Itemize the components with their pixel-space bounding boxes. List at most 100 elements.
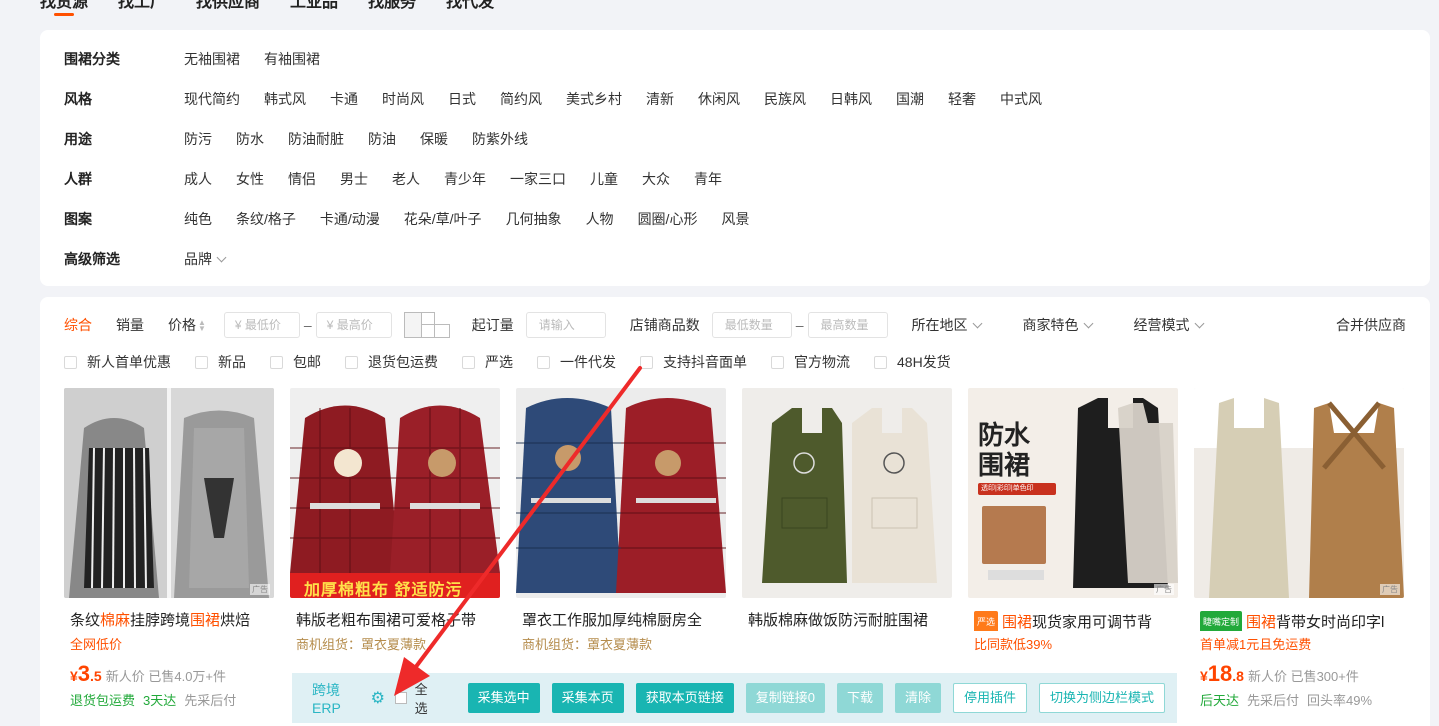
tab-find-supplier[interactable]: 找供应商 [196,0,260,18]
filter-option[interactable]: 一家三口 [510,169,566,189]
filter-option[interactable]: 人物 [586,209,614,229]
product-card[interactable]: 防水 围裙 透印|彩印|单色印 广告 严选 围裙现货家用可调节背 比同款低39% [968,388,1178,711]
product-image[interactable]: 广告 [1194,388,1404,598]
filter-option[interactable]: 防油 [368,129,396,149]
filter-option[interactable]: 卡通/动漫 [320,209,380,229]
product-card[interactable]: 罩衣工作服加厚纯棉厨房全 商机组货：罩衣夏薄款 [516,388,726,711]
check-return-shipping[interactable]: 退货包运费 [345,352,438,372]
filter-option[interactable]: 保暖 [420,129,448,149]
collect-page-button[interactable]: 采集本页 [551,683,624,713]
check-dropship[interactable]: 一件代发 [537,352,616,372]
product-title[interactable]: 睫嘴定制 围裙背带女时尚印字l [1194,611,1400,631]
filter-option[interactable]: 青少年 [444,169,486,189]
filter-option[interactable]: 花朵/草/叶子 [404,209,482,229]
select-all-checkbox[interactable] [395,692,407,704]
check-free-shipping[interactable]: 包邮 [270,352,321,372]
filter-option[interactable]: 日韩风 [830,89,872,109]
product-image[interactable]: 加厚棉粗布 舒适防污 [290,388,500,598]
product-subtitle: 比同款低39% [974,637,1053,652]
merchant-dropdown[interactable]: 商家特色 [1023,315,1093,335]
filter-option[interactable]: 情侣 [288,169,316,189]
product-card[interactable]: 加厚棉粗布 舒适防污 韩版老粗布围裙可爱格子带 商机组货：罩衣夏薄款 [290,388,500,711]
tab-industrial[interactable]: 工业品 [290,0,338,18]
filter-option[interactable]: 无袖围裙 [184,49,240,69]
filter-option[interactable]: 中式风 [1000,89,1042,109]
shop-max-input[interactable]: 最高数量 [807,312,888,338]
product-image[interactable] [742,388,952,598]
sort-price[interactable]: 价格 ▲ ▼ [168,315,206,335]
check-official-logistics[interactable]: 官方物流 [771,352,850,372]
product-title[interactable]: 罩衣工作服加厚纯棉厨房全 [516,611,722,631]
copy-links-button[interactable]: 复制链接0 [745,683,825,713]
gear-icon[interactable]: ⚙ [371,688,385,708]
filter-option[interactable]: 大众 [642,169,670,189]
filter-option[interactable]: 时尚风 [382,89,424,109]
brand-dropdown[interactable]: 品牌 [184,249,227,269]
filter-option[interactable]: 休闲风 [698,89,740,109]
product-image[interactable] [516,388,726,598]
filter-option[interactable]: 青年 [694,169,722,189]
product-title[interactable]: 韩版棉麻做饭防污耐脏围裙 [742,611,948,631]
filter-option[interactable]: 清新 [646,89,674,109]
product-card[interactable]: 韩版棉麻做饭防污耐脏围裙 [742,388,952,711]
filter-option[interactable]: 男士 [340,169,368,189]
filter-option[interactable]: 女性 [236,169,264,189]
disable-plugin-button[interactable]: 停用插件 [952,683,1027,713]
filter-option[interactable]: 几何抽象 [506,209,562,229]
check-new-item[interactable]: 新品 [195,352,246,372]
tab-dropship[interactable]: 找代发 [446,0,494,18]
sidebar-mode-button[interactable]: 切换为侧边栏模式 [1038,683,1165,713]
check-douyin-waybill[interactable]: 支持抖音面单 [640,352,747,372]
check-new-user[interactable]: 新人首单优惠 [64,352,171,372]
filter-option[interactable]: 现代简约 [184,89,240,109]
filter-option[interactable]: 民族风 [764,89,806,109]
price-min-input[interactable]: ¥ 最低价 [223,312,300,338]
tab-find-factory[interactable]: 找工厂 [118,0,166,18]
check-selected[interactable]: 严选 [462,352,513,372]
get-page-links-button[interactable]: 获取本页链接 [635,683,734,713]
filter-option[interactable]: 成人 [184,169,212,189]
product-image[interactable]: 广告 [64,388,274,598]
filter-option[interactable]: 卡通 [330,89,358,109]
product-image[interactable]: 防水 围裙 透印|彩印|单色印 广告 [968,388,1178,598]
view-toggle-icon[interactable] [403,312,450,338]
sort-comprehensive[interactable]: 综合 [64,315,92,335]
filter-option[interactable]: 儿童 [590,169,618,189]
filter-option[interactable]: 风景 [721,209,749,229]
product-card[interactable]: 广告 睫嘴定制 围裙背带女时尚印字l 首单减1元且免运费 ¥18.8 新人价 已售3… [1194,388,1404,711]
product-title[interactable]: 条纹棉麻挂脖跨境围裙烘焙 [64,611,270,631]
filter-option[interactable]: 国潮 [896,89,924,109]
price-max-input[interactable]: ¥ 最高价 [315,312,392,338]
filter-option[interactable]: 圆圈/心形 [638,209,698,229]
filter-option[interactable]: 简约风 [500,89,542,109]
tab-find-service[interactable]: 找服务 [368,0,416,18]
shop-min-input[interactable]: 最低数量 [711,312,792,338]
filter-option[interactable]: 防油耐脏 [288,129,344,149]
tab-find-source[interactable]: 找货源 [40,0,88,18]
filter-option[interactable]: 防污 [184,129,212,149]
filter-option[interactable]: 防水 [236,129,264,149]
filter-option[interactable]: 韩式风 [264,89,306,109]
product-title[interactable]: 韩版老粗布围裙可爱格子带 [290,611,496,631]
check-48h[interactable]: 48H发货 [874,352,951,372]
filter-option[interactable]: 日式 [448,89,476,109]
region-dropdown[interactable]: 所在地区 [912,315,982,335]
filter-label: 人群 [64,171,92,187]
erp-title[interactable]: 跨境ERP [312,680,367,716]
mode-dropdown[interactable]: 经营模式 [1134,315,1204,335]
filter-option[interactable]: 防紫外线 [472,129,528,149]
collect-selected-button[interactable]: 采集选中 [467,683,540,713]
filter-option[interactable]: 条纹/格子 [236,209,296,229]
sort-sales[interactable]: 销量 [116,315,144,335]
filter-option[interactable]: 纯色 [184,209,212,229]
clear-button[interactable]: 清除 [894,683,941,713]
moq-input[interactable]: 请输入 [525,312,606,338]
filter-option[interactable]: 美式乡村 [566,89,622,109]
merge-supplier-link[interactable]: 合并供应商 [1336,315,1406,335]
filter-option[interactable]: 老人 [392,169,420,189]
download-button[interactable]: 下载 [836,683,883,713]
filter-option[interactable]: 有袖围裙 [264,49,320,69]
product-card[interactable]: 广告 条纹棉麻挂脖跨境围裙烘焙 全网低价 ¥3.5 新人价 已售4.0万+件 退货… [64,388,274,711]
product-title[interactable]: 严选 围裙现货家用可调节背 [968,611,1174,631]
filter-option[interactable]: 轻奢 [948,89,976,109]
